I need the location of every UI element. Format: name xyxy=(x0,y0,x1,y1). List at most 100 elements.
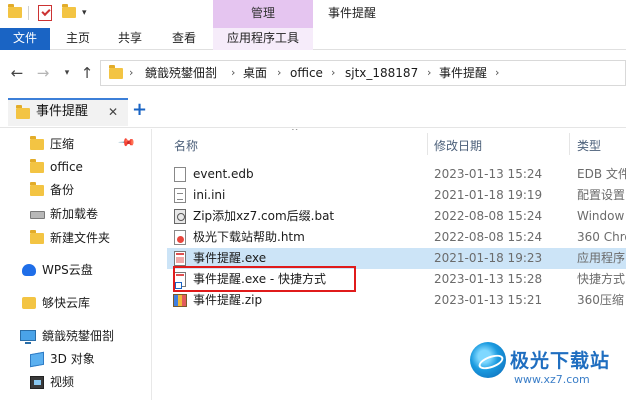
column-divider[interactable] xyxy=(427,133,428,155)
nav-item-cloud-library[interactable]: 够快云库 xyxy=(0,292,151,314)
folder-icon xyxy=(16,105,30,119)
tab-file[interactable]: 文件 xyxy=(0,28,50,50)
file-name: event.edb xyxy=(193,167,254,181)
folder-icon[interactable] xyxy=(8,4,22,18)
breadcrumb-sjtx[interactable]: sjtx_188187 xyxy=(345,61,418,85)
title-bar: ▾ 管理 事件提醒 xyxy=(0,0,626,28)
breadcrumb-computer[interactable]: 鏡戠殑鐢佃剳 xyxy=(145,61,217,85)
ribbon-tabs: 文件 主页 共享 查看 应用程序工具 xyxy=(0,28,626,50)
breadcrumb-separator-icon[interactable]: › xyxy=(331,61,335,85)
nav-item-backup[interactable]: 备份 xyxy=(0,179,151,201)
recent-locations-chevron-icon[interactable]: ▾ xyxy=(58,64,76,82)
file-type: 360压缩 xyxy=(577,293,624,307)
file-date: 2023-01-13 15:21 xyxy=(434,293,543,307)
column-header: ^ 名称 修改日期 类型 xyxy=(153,129,626,159)
file-name: ini.ini xyxy=(193,188,226,202)
quick-access-dropdown-icon[interactable]: ▾ xyxy=(82,6,87,20)
breadcrumb-separator-icon[interactable]: › xyxy=(277,61,281,85)
folder-icon xyxy=(30,230,44,244)
tab-home[interactable]: 主页 xyxy=(58,28,98,50)
pin-icon[interactable]: 📌 xyxy=(117,133,136,152)
breadcrumb-separator-icon[interactable]: › xyxy=(129,61,133,85)
sort-ascending-icon: ^ xyxy=(291,129,299,137)
computer-icon xyxy=(20,330,36,344)
nav-item-office[interactable]: office xyxy=(0,156,151,178)
column-header-type[interactable]: 类型 xyxy=(577,137,601,154)
quick-access-divider xyxy=(28,6,29,20)
window-title: 事件提醒 xyxy=(328,6,377,20)
file-name: Zip添加xz7.com后缀.bat xyxy=(193,209,335,223)
tab-share[interactable]: 共享 xyxy=(110,28,150,50)
folder-icon xyxy=(30,136,44,150)
back-arrow-icon[interactable]: ← xyxy=(8,64,26,82)
file-date: 2022-08-08 15:24 xyxy=(434,230,543,244)
column-header-date[interactable]: 修改日期 xyxy=(434,137,482,154)
file-date: 2023-01-13 15:24 xyxy=(434,167,543,181)
file-type: Window xyxy=(577,209,625,223)
breadcrumb-current-folder[interactable]: 事件提醒 xyxy=(439,61,487,85)
watermark: 极光下载站 www.xz7.com xyxy=(470,340,626,400)
nav-item-compress[interactable]: 压缩 📌 xyxy=(0,133,151,155)
file-row[interactable]: 极光下载站帮助.htm 2022-08-08 15:24 360 Chro xyxy=(167,227,626,248)
new-folder-icon[interactable] xyxy=(62,4,76,18)
file-row[interactable]: ini.ini 2021-01-18 19:19 配置设置 xyxy=(167,185,626,206)
file-date: 2021-01-18 19:19 xyxy=(434,188,543,202)
column-header-name[interactable]: 名称 xyxy=(174,137,198,154)
breadcrumb-desktop[interactable]: 桌面 xyxy=(243,61,267,85)
file-type: 应用程序 xyxy=(577,251,626,265)
up-arrow-icon[interactable]: ↑ xyxy=(78,64,96,82)
batch-file-icon xyxy=(174,209,186,224)
file-date: 2023-01-13 15:28 xyxy=(434,272,543,286)
nav-item-wps-cloud[interactable]: WPS云盘 xyxy=(0,259,151,281)
context-tab-manage[interactable]: 管理 xyxy=(213,0,313,28)
cloud-library-icon xyxy=(22,297,36,309)
breadcrumb-office[interactable]: office xyxy=(290,61,323,85)
file-type: 快捷方式 xyxy=(577,272,626,286)
drive-icon xyxy=(30,211,45,219)
watermark-name: 极光下载站 xyxy=(510,350,611,372)
nav-item-videos[interactable]: 视频 xyxy=(0,371,151,393)
folder-tab-label: 事件提醒 xyxy=(36,104,89,119)
file-name: 极光下载站帮助.htm xyxy=(193,230,305,244)
file-date: 2022-08-08 15:24 xyxy=(434,209,543,223)
application-file-icon xyxy=(174,251,186,266)
breadcrumb-separator-icon[interactable]: › xyxy=(427,61,431,85)
nav-item-new-folder[interactable]: 新建文件夹 xyxy=(0,227,151,249)
watermark-url: www.xz7.com xyxy=(514,373,590,386)
navigation-pane: 压缩 📌 office 备份 新加载卷 新建文件夹 WPS云盘 够快云库 鏡戠殑… xyxy=(0,129,152,400)
tab-view[interactable]: 查看 xyxy=(164,28,204,50)
nav-item-3d-objects[interactable]: 3D 对象 xyxy=(0,348,151,370)
file-row[interactable]: Zip添加xz7.com后缀.bat 2022-08-08 15:24 Wind… xyxy=(167,206,626,227)
folder-tab[interactable]: 事件提醒 ✕ xyxy=(8,98,128,126)
tab-application-tools[interactable]: 应用程序工具 xyxy=(213,28,313,50)
file-type: 配置设置 xyxy=(577,188,626,202)
folder-icon xyxy=(30,159,44,173)
file-name: 事件提醒.zip xyxy=(193,293,263,307)
3d-objects-icon xyxy=(30,351,44,368)
column-divider[interactable] xyxy=(569,133,570,155)
address-bar[interactable]: › 鏡戠殑鐢佃剳 › 桌面 › office › sjtx_188187 › 事… xyxy=(100,60,626,86)
file-row[interactable]: 事件提醒.zip 2023-01-13 15:21 360压缩 xyxy=(167,290,626,311)
file-type: EDB 文件 xyxy=(577,167,626,181)
zip-archive-icon xyxy=(173,294,187,307)
forward-arrow-icon[interactable]: → xyxy=(34,64,52,82)
html-file-icon xyxy=(174,230,186,245)
properties-check-icon[interactable] xyxy=(38,5,52,21)
folder-icon xyxy=(109,65,123,79)
nav-item-new-volume[interactable]: 新加载卷 xyxy=(0,203,151,225)
folder-tab-bar: 事件提醒 ✕ + xyxy=(0,95,626,128)
config-file-icon xyxy=(174,188,186,203)
breadcrumb-separator-icon[interactable]: › xyxy=(231,61,235,85)
video-icon xyxy=(30,376,44,389)
document-file-icon xyxy=(174,167,186,182)
watermark-logo-icon xyxy=(470,342,506,378)
annotation-highlight-box xyxy=(173,266,356,292)
file-type: 360 Chro xyxy=(577,230,626,244)
file-row[interactable]: event.edb 2023-01-13 15:24 EDB 文件 xyxy=(167,164,626,185)
nav-item-this-pc[interactable]: 鏡戠殑鐢佃剳 xyxy=(0,325,151,347)
file-date: 2021-01-18 19:23 xyxy=(434,251,543,265)
close-tab-icon[interactable]: ✕ xyxy=(108,100,118,124)
folder-icon xyxy=(30,182,44,196)
new-tab-plus-icon[interactable]: + xyxy=(132,99,147,121)
breadcrumb-separator-icon[interactable]: › xyxy=(495,61,499,85)
